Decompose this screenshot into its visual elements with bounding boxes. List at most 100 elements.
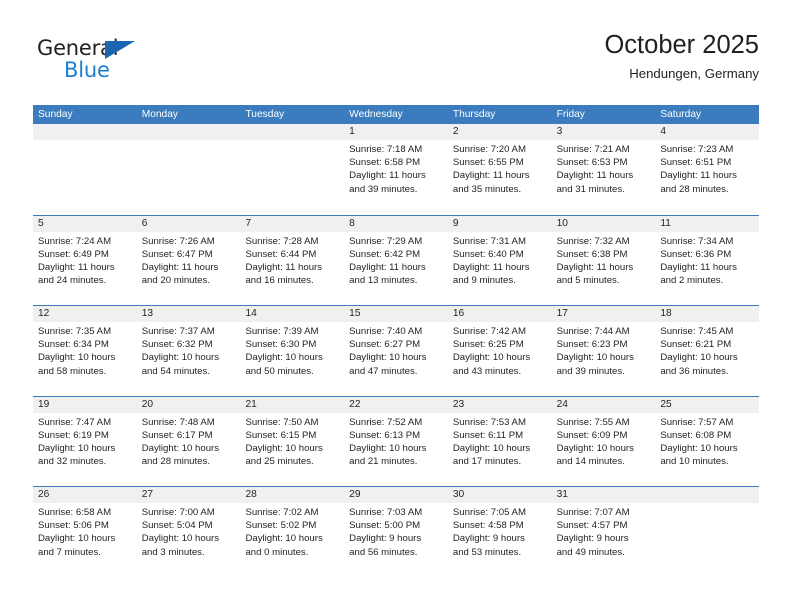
day-cell-2[interactable]: 2 Sunrise: 7:20 AM Sunset: 6:55 PM Daylight…: [447, 124, 552, 215]
day-cell-29[interactable]: 29 Sunrise: 7:03 AM Sunset: 5:00 PM Dayligh…: [344, 487, 448, 577]
day-detail-line: and 31 minutes.: [556, 183, 625, 195]
day-cell-9[interactable]: 9 Sunrise: 7:31 AM Sunset: 6:40 PM Daylight…: [447, 215, 552, 305]
day-detail-line: Sunrise: 7:31 AM: [452, 235, 526, 247]
day-number: 3: [551, 124, 656, 140]
day-cell-27[interactable]: 27 Sunrise: 7:00 AM Sunset: 5:04 PM Dayligh…: [136, 487, 241, 577]
calendar-week-row: 5 Sunrise: 7:24 AM Sunset: 6:49 PM Daylight…: [33, 214, 760, 305]
day-cell-19[interactable]: 19 Sunrise: 7:47 AM Sunset: 6:19 PM Dayligh…: [33, 396, 137, 486]
day-detail-line: Sunrise: 7:21 AM: [556, 144, 630, 155]
day-detail-line: Sunrise: 7:40 AM: [349, 326, 423, 337]
day-detail-line: Sunset: 5:06 PM: [38, 520, 109, 532]
day-cell-12[interactable]: 12 Sunrise: 7:35 AM Sunset: 6:34 PM Dayligh…: [33, 306, 137, 396]
day-detail-line: Daylight: 11 hours: [452, 170, 530, 182]
day-cell-16[interactable]: 16 Sunrise: 7:42 AM Sunset: 6:25 PM Dayligh…: [447, 306, 552, 396]
day-number: 29: [344, 487, 448, 503]
day-detail-line: Daylight: 10 hours: [141, 352, 220, 364]
day-cell-17[interactable]: 17 Sunrise: 7:44 AM Sunset: 6:23 PM Dayligh…: [551, 306, 656, 396]
day-cell-8[interactable]: 8 Sunrise: 7:29 AM Sunset: 6:42 PM Daylight…: [344, 215, 448, 305]
day-cell-25[interactable]: 25 Sunrise: 7:57 AM Sunset: 6:08 PM Dayligh…: [655, 396, 760, 486]
day-detail-line: and 43 minutes.: [452, 365, 522, 377]
day-detail-line: and 16 minutes.: [245, 275, 314, 287]
day-cell-1[interactable]: 1 Sunrise: 7:18 AM Sunset: 6:58 PM Daylight…: [344, 124, 448, 215]
day-cell-empty: [240, 124, 345, 215]
day-cell-26[interactable]: 26 Sunrise: 6:58 AM Sunset: 5:06 PM Dayligh…: [33, 487, 137, 577]
day-detail-line: Daylight: 10 hours: [452, 442, 531, 454]
day-cell-28[interactable]: 28 Sunrise: 7:02 AM Sunset: 5:02 PM Dayligh…: [240, 487, 345, 577]
day-detail-line: Sunrise: 7:35 AM: [38, 326, 112, 337]
day-detail-line: Sunrise: 7:05 AM: [452, 507, 526, 518]
day-cell-14[interactable]: 14 Sunrise: 7:39 AM Sunset: 6:30 PM Dayligh…: [240, 306, 345, 396]
day-number: 16: [447, 306, 552, 322]
day-detail-line: Sunrise: 7:52 AM: [349, 416, 423, 428]
day-detail-line: Daylight: 9 hours: [349, 533, 422, 545]
day-details: Sunrise: 7:57 AM Sunset: 6:08 PM Daylight:…: [655, 413, 759, 469]
page-subtitle: Hendungen, Germany: [629, 66, 759, 82]
day-detail-line: Sunrise: 6:58 AM: [38, 507, 112, 518]
day-detail-line: Sunrise: 7:44 AM: [556, 326, 630, 337]
day-detail-line: and 9 minutes.: [452, 275, 516, 287]
day-cell-7[interactable]: 7 Sunrise: 7:28 AM Sunset: 6:44 PM Daylight…: [240, 215, 345, 305]
day-detail-line: and 39 minutes.: [556, 365, 625, 377]
day-details: Sunrise: 7:35 AM Sunset: 6:34 PM Daylight:…: [33, 322, 137, 378]
day-number: 1: [344, 124, 448, 140]
day-detail-line: Daylight: 10 hours: [245, 533, 323, 545]
day-cell-11[interactable]: 11 Sunrise: 7:34 AM Sunset: 6:36 PM Dayligh…: [655, 215, 760, 305]
day-detail-line: Sunset: 6:21 PM: [660, 339, 732, 351]
calendar-page: General Blue October 2025 Hendungen, Ger…: [0, 0, 792, 612]
day-detail-line: and 0 minutes.: [245, 546, 309, 558]
day-detail-line: Sunrise: 7:57 AM: [660, 416, 734, 428]
day-detail-line: Sunrise: 7:23 AM: [660, 144, 734, 155]
day-cell-4[interactable]: 4 Sunrise: 7:23 AM Sunset: 6:51 PM Daylight…: [655, 124, 760, 215]
day-detail-line: Sunset: 5:00 PM: [349, 520, 421, 532]
day-number: [655, 487, 760, 503]
day-details: Sunrise: 7:42 AM Sunset: 6:25 PM Daylight:…: [448, 322, 552, 378]
day-detail-line: Sunrise: 7:37 AM: [141, 326, 215, 337]
day-detail-line: Sunrise: 7:03 AM: [349, 507, 423, 518]
calendar-grid: Sunday Monday Tuesday Wednesday Thursday Frid…: [33, 105, 760, 577]
day-detail-line: and 58 minutes.: [38, 365, 107, 377]
day-detail-line: Sunset: 6:25 PM: [452, 339, 524, 351]
day-detail-line: Sunrise: 7:42 AM: [452, 326, 526, 337]
day-detail-line: Sunset: 6:08 PM: [660, 429, 732, 441]
day-cell-22[interactable]: 22 Sunrise: 7:52 AM Sunset: 6:13 PM Dayligh…: [344, 396, 448, 486]
day-details: Sunrise: 7:44 AM Sunset: 6:23 PM Daylight:…: [552, 322, 656, 378]
day-detail-line: and 53 minutes.: [452, 546, 522, 558]
day-cell-15[interactable]: 15 Sunrise: 7:40 AM Sunset: 6:27 PM Dayligh…: [344, 306, 448, 396]
weekday-header-saturday: Saturday: [660, 109, 702, 120]
day-details: Sunrise: 7:48 AM Sunset: 6:17 PM Daylight:…: [137, 413, 241, 469]
day-cell-20[interactable]: 20 Sunrise: 7:48 AM Sunset: 6:17 PM Dayligh…: [136, 396, 241, 486]
day-cell-21[interactable]: 21 Sunrise: 7:50 AM Sunset: 6:15 PM Dayligh…: [240, 396, 345, 486]
day-details: [655, 503, 759, 506]
day-detail-line: Sunset: 6:13 PM: [349, 429, 421, 441]
day-cell-10[interactable]: 10 Sunrise: 7:32 AM Sunset: 6:38 PM Dayligh…: [551, 215, 656, 305]
day-detail-line: Sunrise: 7:18 AM: [349, 144, 423, 155]
day-number: 7: [240, 215, 345, 232]
day-detail-line: and 32 minutes.: [38, 456, 107, 468]
day-detail-line: Sunrise: 7:34 AM: [660, 235, 734, 247]
day-detail-line: Sunset: 4:57 PM: [556, 520, 628, 532]
day-cell-23[interactable]: 23 Sunrise: 7:53 AM Sunset: 6:11 PM Dayligh…: [447, 396, 552, 486]
day-detail-line: Daylight: 10 hours: [660, 352, 738, 364]
day-detail-line: Sunset: 6:27 PM: [349, 339, 421, 351]
day-detail-line: Sunset: 6:23 PM: [556, 339, 628, 351]
weekday-header-sunday: Sunday: [38, 109, 73, 120]
day-cell-30[interactable]: 30 Sunrise: 7:05 AM Sunset: 4:58 PM Dayligh…: [447, 487, 552, 577]
page-header: General Blue October 2025 Hendungen, Ger…: [33, 30, 759, 98]
day-cell-13[interactable]: 13 Sunrise: 7:37 AM Sunset: 6:32 PM Dayligh…: [136, 306, 241, 396]
day-detail-line: Daylight: 11 hours: [660, 170, 737, 182]
day-cell-24[interactable]: 24 Sunrise: 7:55 AM Sunset: 6:09 PM Dayligh…: [551, 396, 656, 486]
day-detail-line: and 36 minutes.: [660, 365, 729, 377]
calendar-week-row: 12 Sunrise: 7:35 AM Sunset: 6:34 PM Dayligh…: [33, 305, 760, 396]
day-cell-5[interactable]: 5 Sunrise: 7:24 AM Sunset: 6:49 PM Daylight…: [33, 215, 137, 305]
day-detail-line: and 20 minutes.: [141, 275, 210, 287]
day-cell-6[interactable]: 6 Sunrise: 7:26 AM Sunset: 6:47 PM Daylight…: [136, 215, 241, 305]
day-cell-31[interactable]: 31 Sunrise: 7:07 AM Sunset: 4:57 PM Dayligh…: [551, 487, 656, 577]
day-detail-line: Daylight: 10 hours: [349, 352, 427, 364]
day-details: Sunrise: 7:52 AM Sunset: 6:13 PM Daylight:…: [344, 413, 448, 469]
day-detail-line: and 21 minutes.: [349, 456, 418, 468]
day-details: Sunrise: 7:02 AM Sunset: 5:02 PM Daylight:…: [240, 503, 344, 559]
weekday-header-friday: Friday: [556, 109, 585, 120]
day-cell-18[interactable]: 18 Sunrise: 7:45 AM Sunset: 6:21 PM Dayligh…: [655, 306, 760, 396]
day-detail-line: and 24 minutes.: [38, 275, 107, 287]
day-cell-3[interactable]: 3 Sunrise: 7:21 AM Sunset: 6:53 PM Daylight…: [551, 124, 656, 215]
